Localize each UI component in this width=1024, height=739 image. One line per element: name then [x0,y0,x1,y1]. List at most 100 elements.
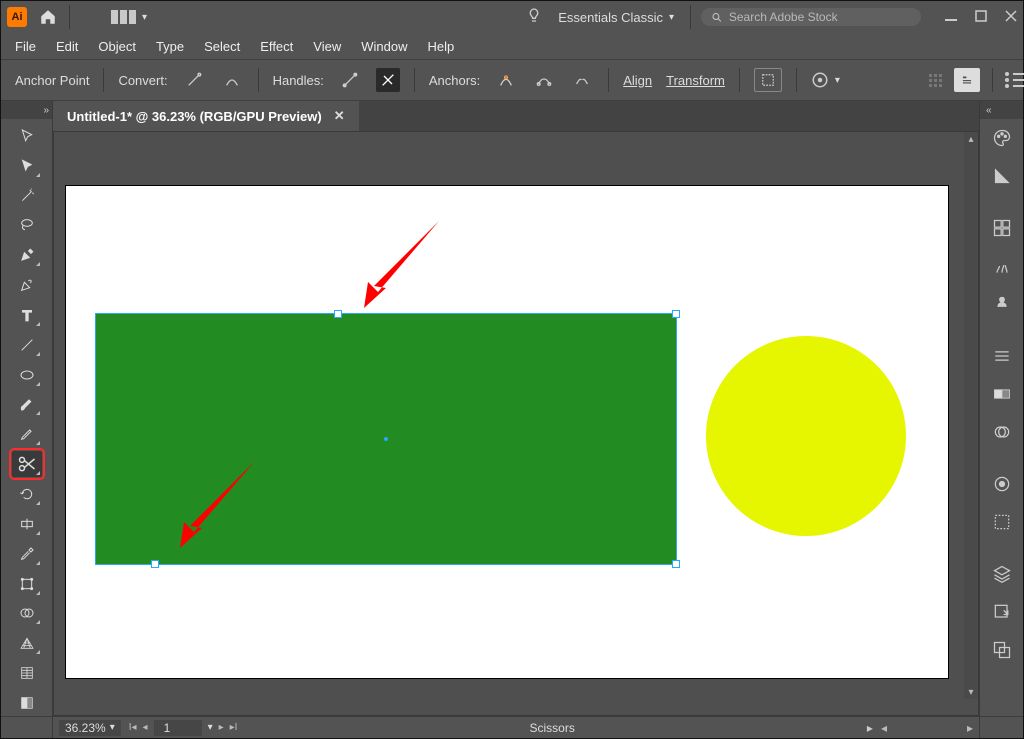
arrange-documents-button[interactable]: ▾ [105,6,153,28]
convert-smooth-button[interactable] [220,68,244,92]
document-tab[interactable]: Untitled-1* @ 36.23% (RGB/GPU Preview) ✕ [53,101,359,131]
transform-link[interactable]: Transform [666,73,725,88]
app-window: Ai ▾ Essentials Classic ▾ File Ed [0,0,1024,739]
control-bar: Anchor Point Convert: Handles: Anchors: … [1,59,1023,101]
ellipse-tool[interactable] [12,362,42,388]
artboard-number-field[interactable]: 1 [154,720,202,736]
scroll-down-button[interactable]: ▾ [964,685,978,699]
lasso-tool[interactable] [12,213,42,239]
maximize-button[interactable] [975,10,987,25]
eyedropper-tool[interactable] [12,541,42,567]
menu-type[interactable]: Type [156,39,184,54]
menu-file[interactable]: File [15,39,36,54]
control-bar-menu-button[interactable] [1005,72,1009,88]
direct-selection-tool[interactable] [12,153,42,179]
remove-anchor-button[interactable] [494,68,518,92]
curvature-tool[interactable] [12,272,42,298]
appearance-panel-button[interactable] [980,465,1023,503]
scissors-tool[interactable] [12,451,42,477]
brushes-panel-button[interactable] [980,247,1023,285]
shape-builder-tool[interactable] [12,601,42,627]
next-artboard-button[interactable]: ▸ [219,722,224,733]
center-point[interactable] [384,437,388,441]
discover-button[interactable] [526,7,542,27]
symbols-panel-button[interactable] [980,285,1023,323]
toolbox-expand-tab[interactable]: » [1,101,52,119]
free-transform-tool[interactable] [12,571,42,597]
menu-select[interactable]: Select [204,39,240,54]
menu-effect[interactable]: Effect [260,39,293,54]
prev-artboard-button[interactable]: ◂ [143,722,148,733]
layers-panel-button[interactable] [980,555,1023,593]
first-artboard-button[interactable]: I◂ [129,722,137,733]
chevron-down-icon: ▾ [835,75,840,86]
mesh-tool[interactable] [12,660,42,686]
anchor-point[interactable] [673,311,679,317]
selection-context-label: Anchor Point [15,73,89,88]
swatches-panel-button[interactable] [980,209,1023,247]
paintbrush-tool[interactable] [12,392,42,418]
type-tool[interactable] [12,302,42,328]
asset-export-panel-button[interactable] [980,593,1023,631]
zoom-level-dropdown[interactable]: 36.23% ▾ [59,720,121,736]
annotation-arrow [344,216,444,316]
stroke-panel-button[interactable] [980,337,1023,375]
scroll-up-button[interactable]: ▴ [964,132,978,146]
magic-wand-tool[interactable] [12,183,42,209]
scroll-track[interactable] [964,146,978,685]
graphic-styles-panel-button[interactable] [980,503,1023,541]
align-link[interactable]: Align [623,73,652,88]
home-button[interactable] [37,6,59,28]
menu-object[interactable]: Object [98,39,136,54]
width-tool[interactable] [12,511,42,537]
line-tool[interactable] [12,332,42,358]
gradient-tool[interactable] [12,690,42,716]
cut-path-button[interactable] [570,68,594,92]
minimize-button[interactable] [945,10,957,25]
pen-tool[interactable] [12,242,42,268]
app-logo: Ai [7,7,27,27]
color-guide-panel-button[interactable] [980,157,1023,195]
connect-anchors-button[interactable] [532,68,556,92]
menu-view[interactable]: View [313,39,341,54]
status-bar: 36.23% ▾ I◂ ◂ 1 ▾ ▸ ▸I Scissors ▸ ◂ ▸ [53,716,979,738]
status-flyout-button[interactable]: ▸ [867,721,873,735]
properties-panel-button[interactable] [954,68,980,92]
isolate-mask-button[interactable] [754,68,782,92]
vertical-scrollbar[interactable]: ▴ ▾ [964,132,978,699]
artboards-panel-button[interactable] [980,631,1023,669]
canvas-viewport[interactable]: ▴ ▾ [53,131,979,716]
workspace-label: Essentials Classic [558,10,663,25]
anchor-point[interactable] [152,561,158,567]
hide-handles-button[interactable] [376,68,400,92]
search-bar[interactable] [701,8,921,26]
menu-edit[interactable]: Edit [56,39,78,54]
pencil-tool[interactable] [12,421,42,447]
show-handles-button[interactable] [338,68,362,92]
last-artboard-button[interactable]: ▸I [230,722,238,733]
workspace-switcher[interactable]: Essentials Classic ▾ [552,7,680,28]
current-tool-label: Scissors [245,721,858,735]
anchor-point[interactable] [335,311,341,317]
color-panel-button[interactable] [980,119,1023,157]
recolor-artwork-button[interactable]: ▾ [811,71,840,89]
transparency-panel-button[interactable] [980,413,1023,451]
close-button[interactable] [1005,10,1017,25]
anchor-point[interactable] [673,561,679,567]
document-tab-title: Untitled-1* @ 36.23% (RGB/GPU Preview) [67,109,322,124]
selection-tool[interactable] [12,123,42,149]
scroll-left-button[interactable]: ◂ [881,721,887,735]
close-tab-button[interactable]: ✕ [334,108,345,124]
artboard[interactable] [66,186,948,678]
menu-window[interactable]: Window [361,39,407,54]
convert-corner-button[interactable] [182,68,206,92]
menu-help[interactable]: Help [427,39,454,54]
scroll-right-button[interactable]: ▸ [967,721,973,735]
search-input[interactable] [729,10,911,24]
circle-object[interactable] [706,336,906,536]
align-pixel-grid-button[interactable] [929,74,942,87]
perspective-grid-tool[interactable] [12,630,42,656]
gradient-panel-button[interactable] [980,375,1023,413]
panel-dock-expand-tab[interactable]: « [980,101,1023,119]
rotate-tool[interactable] [12,481,42,507]
